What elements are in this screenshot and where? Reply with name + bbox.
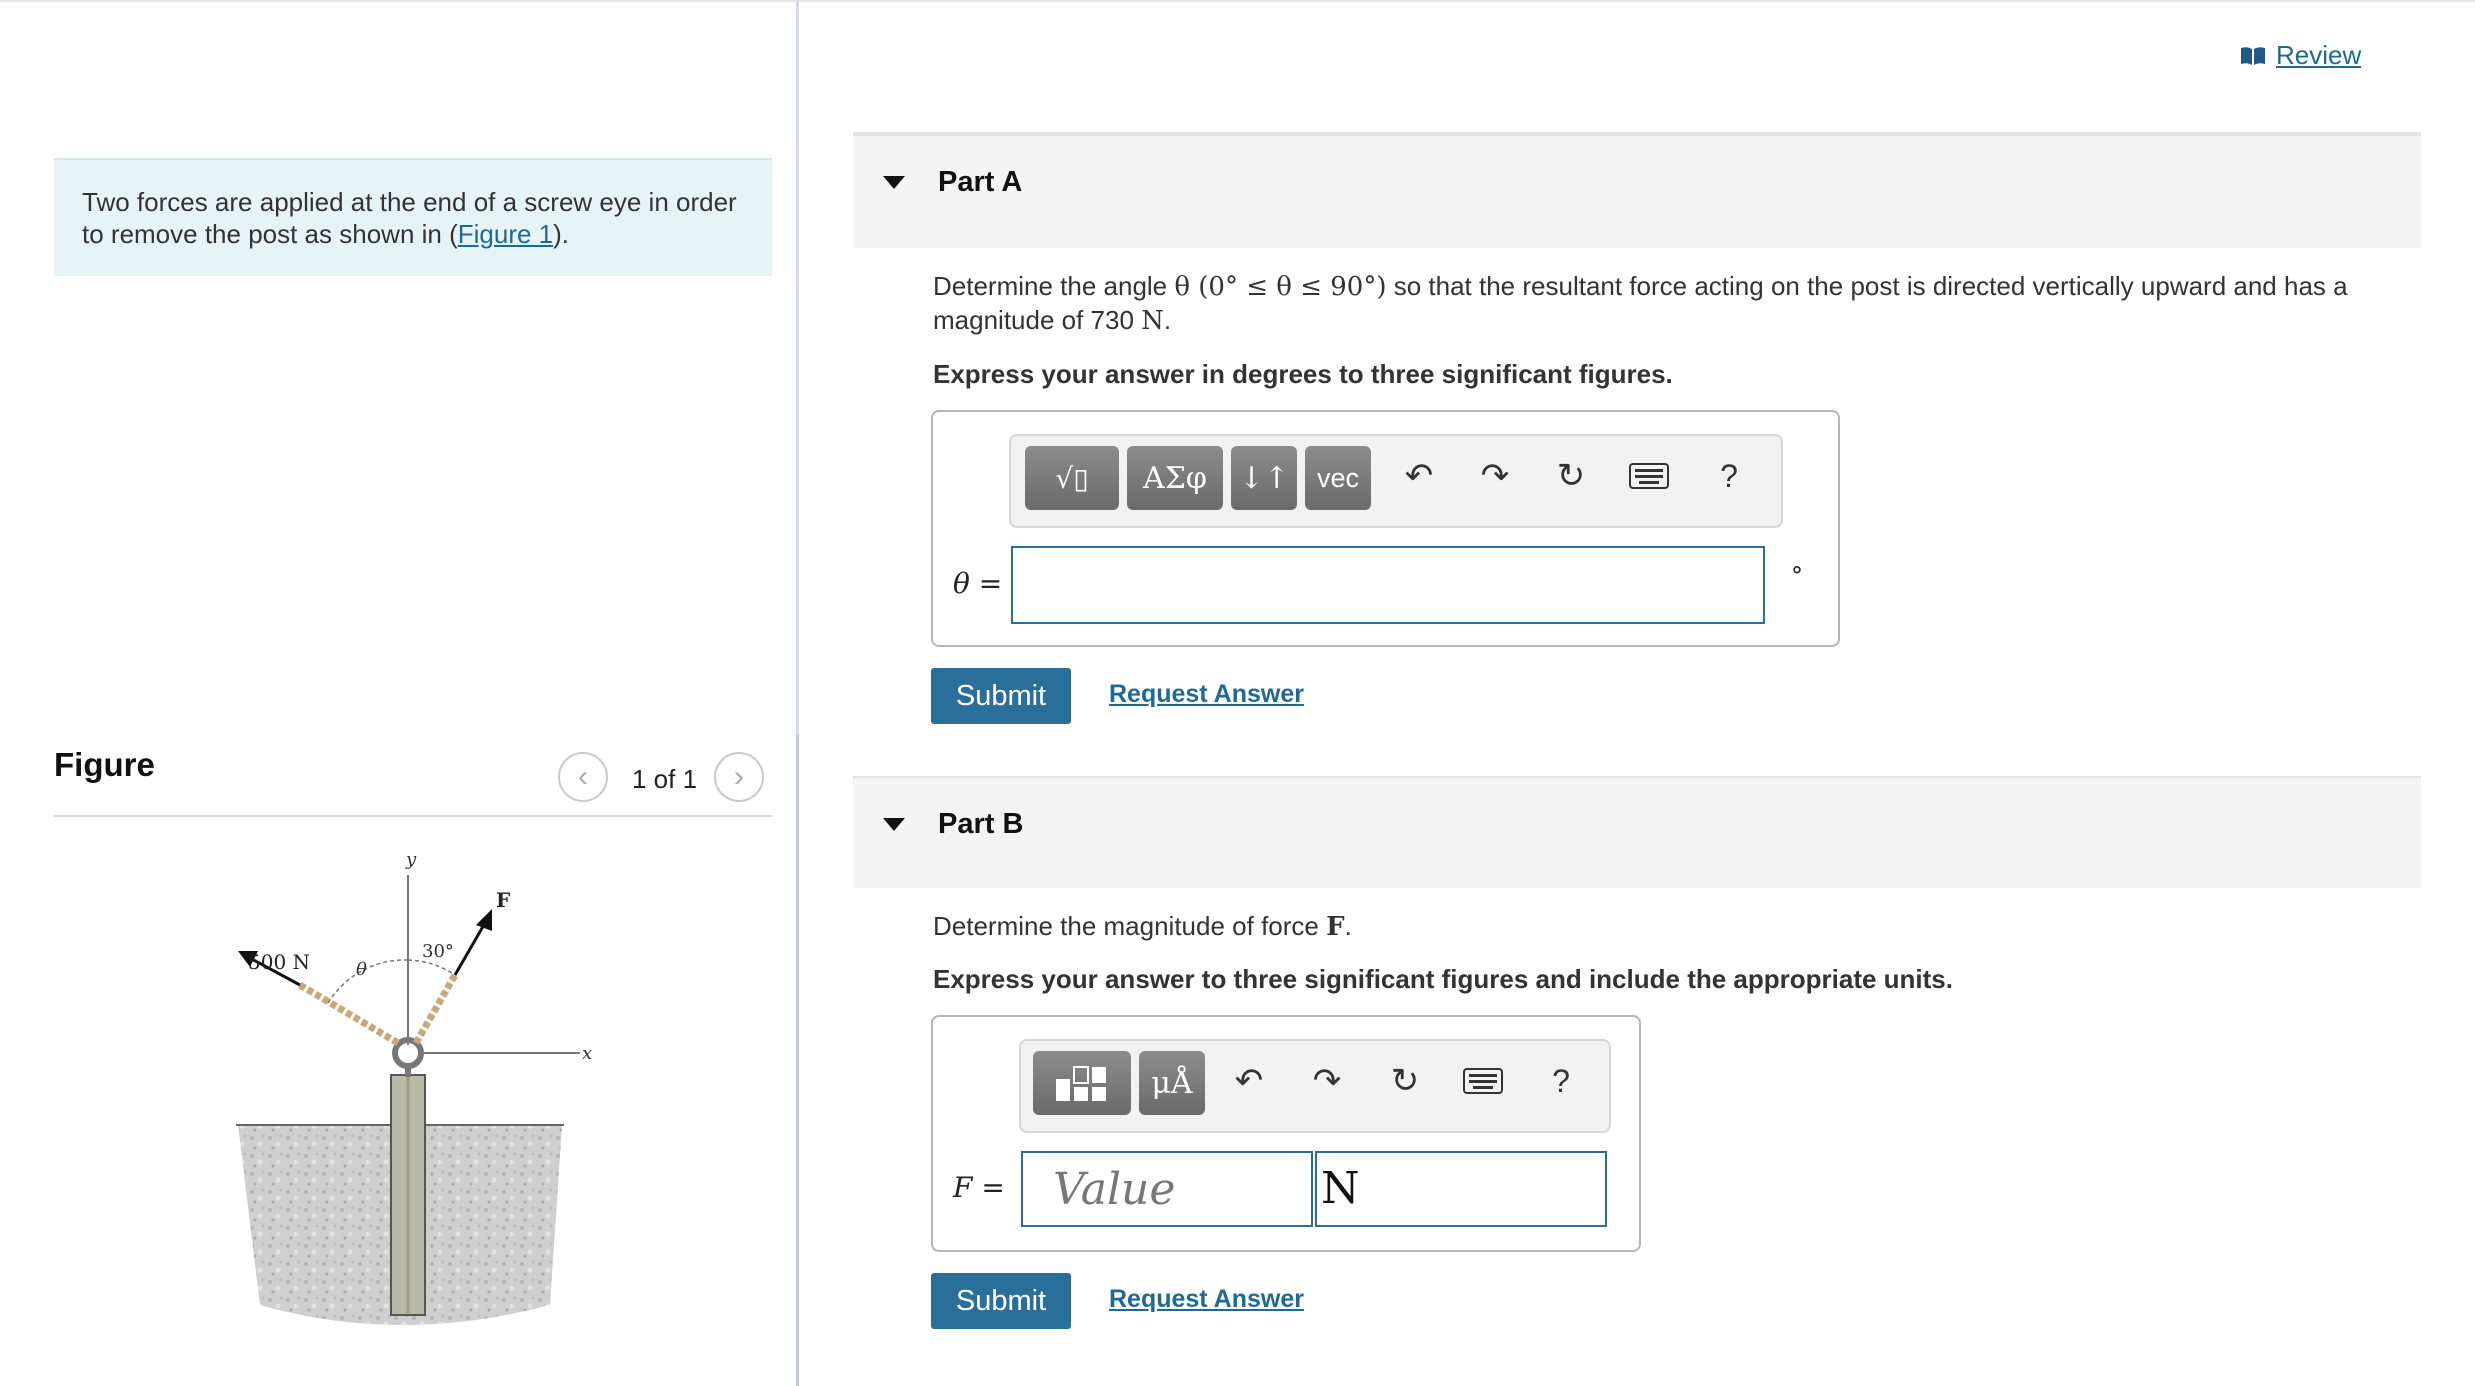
prev-figure-button[interactable]: ‹ bbox=[558, 752, 608, 802]
figure-pager-text: 1 of 1 bbox=[632, 764, 698, 794]
collapse-triangle-icon bbox=[883, 818, 905, 831]
redo-icon[interactable]: ↷ bbox=[1473, 454, 1517, 498]
greek-symbols-button[interactable]: ΑΣφ bbox=[1127, 446, 1223, 510]
review-label[interactable]: Review bbox=[2276, 40, 2361, 71]
help-icon[interactable]: ? bbox=[1707, 454, 1751, 498]
part-a-question-text: Determine the angle bbox=[933, 271, 1175, 301]
vector-button[interactable]: vec bbox=[1305, 446, 1371, 510]
theta-label: θ bbox=[356, 959, 367, 980]
force-units-input[interactable]: N bbox=[1315, 1151, 1607, 1227]
templates-button[interactable]: √▯ bbox=[1025, 446, 1119, 510]
book-icon bbox=[2241, 46, 2265, 65]
part-b-header[interactable]: Part B bbox=[853, 776, 2421, 888]
column-divider-lower bbox=[796, 735, 799, 1386]
part-b-answer-box: μÅ ↶ ↷ ↻ ? F = N bbox=[931, 1015, 1641, 1252]
problem-intro: Two forces are applied at the end of a s… bbox=[54, 158, 772, 276]
y-axis-label: y bbox=[405, 849, 417, 870]
force-value-input[interactable] bbox=[1021, 1151, 1313, 1227]
part-a-submit-button[interactable]: Submit bbox=[931, 668, 1071, 724]
force-f-arrowhead bbox=[476, 909, 492, 931]
part-a-question-unit: N bbox=[1141, 306, 1164, 336]
top-border bbox=[0, 0, 2475, 2]
part-a-math-toolbar: √▯ ΑΣφ ↓↑ vec ↶ ↷ ↻ ? bbox=[1009, 434, 1783, 528]
part-b-question-end: . bbox=[1344, 911, 1352, 941]
chevron-right-icon: › bbox=[734, 760, 744, 793]
part-b-instruction: Express your answer to three significant… bbox=[933, 964, 1953, 994]
part-b-question-text: Determine the magnitude of force bbox=[933, 911, 1327, 941]
units-templates-button[interactable] bbox=[1033, 1051, 1131, 1115]
force-500n-label: 500 N bbox=[248, 950, 310, 974]
part-a-title: Part A bbox=[938, 166, 1023, 198]
reset-icon[interactable]: ↻ bbox=[1383, 1059, 1427, 1103]
left-cable bbox=[298, 981, 400, 1047]
figure-title: Figure bbox=[54, 746, 155, 783]
undo-icon[interactable]: ↶ bbox=[1227, 1059, 1271, 1103]
part-b-question-math: F bbox=[1326, 912, 1345, 942]
vector-label: vec bbox=[1316, 462, 1360, 493]
theta-answer-input[interactable] bbox=[1011, 546, 1765, 624]
help-label: ? bbox=[1720, 457, 1738, 494]
right-cable bbox=[412, 973, 459, 1045]
angle-arc-theta bbox=[327, 959, 409, 1004]
undo-icon[interactable]: ↶ bbox=[1397, 454, 1441, 498]
theta-input-label: θ = bbox=[953, 567, 1003, 600]
collapse-triangle-icon bbox=[883, 176, 905, 189]
force-f-label: F bbox=[496, 888, 510, 912]
degree-unit-label: ° bbox=[1791, 562, 1803, 590]
units-symbols-button[interactable]: μÅ bbox=[1139, 1051, 1205, 1115]
units-symbols-label: μÅ bbox=[1151, 1065, 1193, 1101]
greek-symbols-label: ΑΣφ bbox=[1143, 460, 1207, 496]
figure-link[interactable]: Figure 1 bbox=[458, 219, 553, 249]
intro-text-end: ). bbox=[553, 219, 570, 249]
keyboard-icon[interactable] bbox=[1461, 1059, 1505, 1103]
part-a-instruction: Express your answer in degrees to three … bbox=[933, 359, 1673, 389]
keyboard-icon[interactable] bbox=[1627, 454, 1671, 498]
part-a-question-math: θ (0° ≤ θ ≤ 90°) bbox=[1174, 272, 1387, 302]
force-input-label: F = bbox=[953, 1171, 1005, 1204]
angle-30-label: 30° bbox=[422, 941, 454, 962]
intro-text: Two forces are applied at the end of a s… bbox=[82, 187, 737, 249]
force-f-arrow bbox=[453, 922, 487, 976]
part-b-question: Determine the magnitude of force F. bbox=[933, 910, 1352, 944]
figure-divider bbox=[54, 815, 772, 817]
part-b-submit-button[interactable]: Submit bbox=[931, 1273, 1071, 1329]
reset-icon[interactable]: ↻ bbox=[1549, 454, 1593, 498]
templates-grid-icon bbox=[1056, 1066, 1106, 1101]
help-icon[interactable]: ? bbox=[1539, 1059, 1583, 1103]
screw-eye-figure: y x 500 N θ 30° F bbox=[236, 849, 592, 1325]
part-b-title: Part B bbox=[938, 808, 1024, 840]
part-a-header[interactable]: Part A bbox=[853, 134, 2421, 248]
part-b-request-answer-link[interactable]: Request Answer bbox=[1109, 1285, 1304, 1314]
help-label: ? bbox=[1552, 1062, 1570, 1099]
subscript-superscript-button[interactable]: ↓↑ bbox=[1231, 446, 1297, 510]
next-figure-button[interactable]: › bbox=[714, 752, 764, 802]
part-a-answer-box: √▯ ΑΣφ ↓↑ vec ↶ ↷ ↻ ? θ = ° bbox=[931, 410, 1840, 647]
part-a-request-answer-link[interactable]: Request Answer bbox=[1109, 680, 1304, 709]
x-axis-label: x bbox=[582, 1043, 592, 1064]
part-a-question-end: . bbox=[1163, 305, 1172, 335]
part-a-question: Determine the angle θ (0° ≤ θ ≤ 90°) so … bbox=[933, 270, 2383, 338]
redo-icon[interactable]: ↷ bbox=[1305, 1059, 1349, 1103]
review-link[interactable]: Review bbox=[2240, 40, 2361, 71]
chevron-left-icon: ‹ bbox=[578, 760, 588, 793]
templates-label: √▯ bbox=[1055, 461, 1089, 495]
subsup-label: ↓↑ bbox=[1238, 460, 1290, 496]
part-b-math-toolbar: μÅ ↶ ↷ ↻ ? bbox=[1019, 1039, 1611, 1133]
